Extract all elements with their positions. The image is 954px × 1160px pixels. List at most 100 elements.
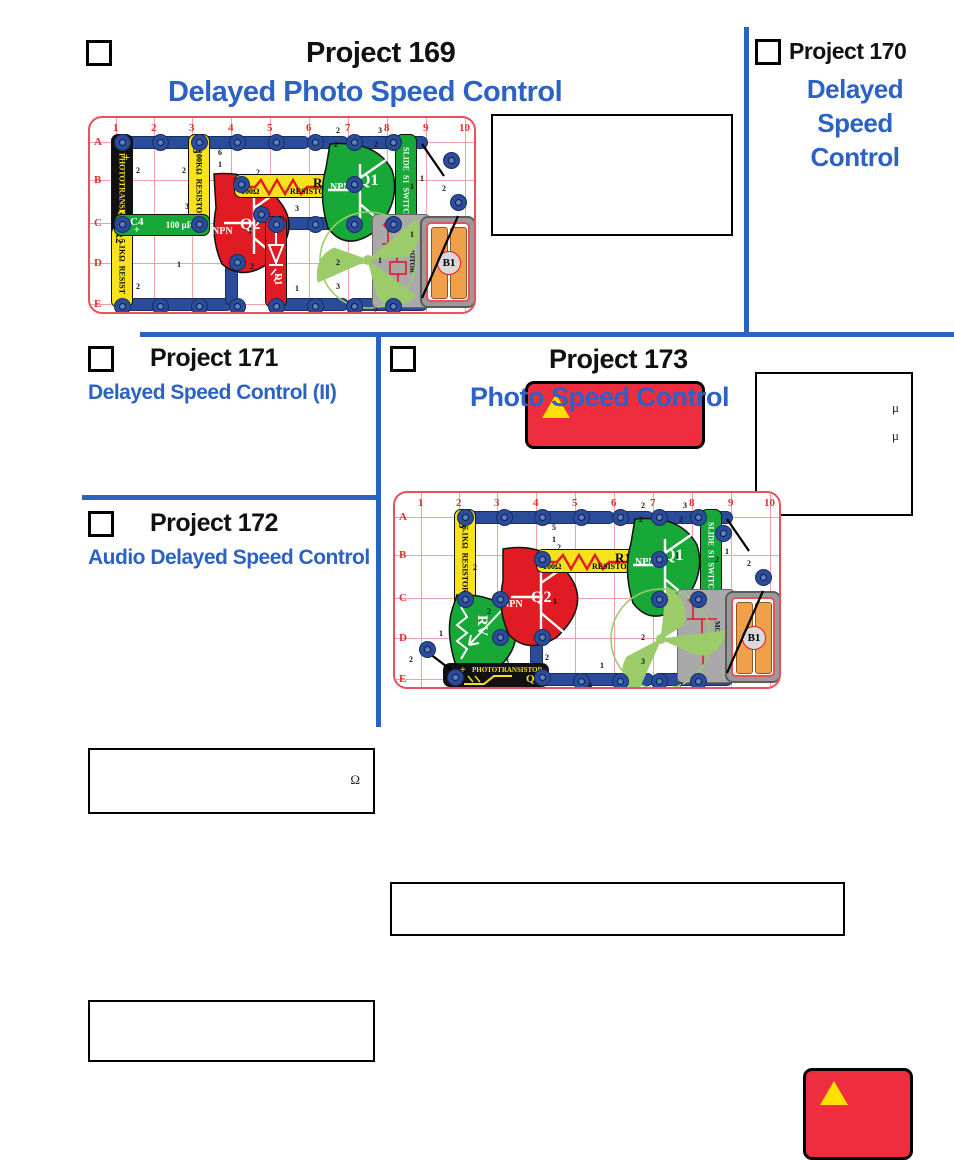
snap-connector[interactable] [612,673,629,687]
project-172-checkbox[interactable] [88,510,114,537]
jumper-wire [420,215,460,299]
snap-connector[interactable] [443,152,460,169]
snap-connector[interactable] [191,216,208,233]
snap-connector[interactable] [114,134,131,151]
divider-horizontal-171-172 [82,495,381,500]
snap-connector[interactable] [651,591,668,608]
snap-connector[interactable] [253,206,270,223]
snap-connector[interactable] [268,134,285,151]
snap-connector[interactable] [457,509,474,526]
snap-connector[interactable] [651,551,668,568]
snap-connector[interactable] [492,591,509,608]
snap-connector[interactable] [307,216,324,233]
snap-connector[interactable] [229,134,246,151]
component-C4-plus: + [134,225,140,236]
project-169-title: Project 169 [306,36,456,69]
project-169-checkbox[interactable] [86,40,112,66]
project-172-title: Project 172 [150,509,278,537]
snap-connector[interactable] [268,298,285,312]
snap-connector[interactable] [755,569,772,586]
snap-level-number: 2 [679,515,683,524]
snap-connector[interactable] [612,509,629,526]
board-col-label: 6 [306,122,312,134]
snap-connector[interactable] [534,629,551,646]
board-row-label: B [94,174,102,186]
project-169-notes-box[interactable] [491,114,733,236]
snap-connector[interactable] [385,298,402,312]
snap-level-number: 2 [374,140,378,149]
snap-connector[interactable] [534,669,551,686]
snap-connector[interactable] [346,298,363,312]
board-col-label: 2 [151,122,157,134]
snap-level-number: 2 [557,543,561,552]
component-Q4-plus: + [123,150,130,164]
snap-level-number: 2 [182,166,186,175]
project-171-notes-box[interactable]: Ω [88,748,375,814]
snap-connector[interactable] [346,176,363,193]
snap-connector[interactable] [233,176,250,193]
snap-connector[interactable] [534,509,551,526]
snap-connector[interactable] [307,134,324,151]
project-170-notes-box[interactable]: μ μ [755,372,913,516]
snap-connector[interactable] [534,551,551,568]
snap-connector[interactable] [229,254,246,271]
project-171-checkbox[interactable] [88,345,114,372]
board-col-label: 5 [572,497,578,509]
snap-connector[interactable] [457,591,474,608]
snap-connector[interactable] [447,669,464,686]
snap-connector[interactable] [152,134,169,151]
snap-connector[interactable] [191,134,208,151]
board-col-label: 4 [228,122,234,134]
board-col-label: 2 [456,497,462,509]
snap-connector[interactable] [651,673,668,687]
snap-connector[interactable] [268,216,285,233]
snap-connector[interactable] [492,629,509,646]
project-173-checkbox[interactable] [390,346,416,372]
snap-level-number: 4 [588,681,592,689]
snap-connector[interactable] [114,298,131,312]
board-col-label: 7 [650,497,656,509]
snap-connector[interactable] [152,298,169,312]
snap-connector[interactable] [229,298,246,312]
snap-connector[interactable] [690,673,707,687]
snap-connector[interactable] [690,591,707,608]
snap-level-number: 2 [473,563,477,572]
snap-level-number: 2 [250,262,254,271]
snap-connector[interactable] [450,194,467,211]
snap-connector[interactable] [419,641,436,658]
snap-connector[interactable] [715,525,732,542]
snap-level-number: 1 [725,547,729,556]
project-170-subtitle-line-1: Delayed [806,74,904,104]
project-172-notes-box[interactable] [88,1000,375,1062]
component-Q2-type: NPN [212,226,233,237]
board-col-label: 4 [533,497,539,509]
snap-connector[interactable] [346,134,363,151]
snap-level-number: 2 [136,166,140,175]
project-173-notes-box[interactable] [390,882,845,936]
project-170-checkbox[interactable] [755,38,781,65]
board-col-label: 5 [267,122,273,134]
snap-connector[interactable] [385,216,402,233]
snap-connector[interactable] [346,216,363,233]
board-col-label: 8 [689,497,695,509]
snap-connector[interactable] [191,298,208,312]
project-173-subtitle: Photo Speed Control [470,382,729,412]
snap-level-number: 2 [334,140,338,149]
snap-connector[interactable] [307,298,324,312]
snap-level-number: 1 [553,597,557,606]
snap-connector[interactable] [651,509,668,526]
snap-level-number: 1 [600,661,604,670]
snap-connector[interactable] [573,509,590,526]
project-172-subtitle: Audio Delayed Speed Control [88,546,370,569]
snap-connector[interactable] [385,134,402,151]
project-170-title: Project 170 [789,38,907,64]
snap-level-number: 3 [336,282,340,291]
snap-connector[interactable] [690,509,707,526]
snap-connector[interactable] [496,509,513,526]
project-173-title: Project 173 [549,343,688,374]
board-col-label: 3 [189,122,195,134]
project-171-header: Project 171 [88,344,278,373]
snap-level-number: 1 [295,284,299,293]
snap-level-number: 2 [715,555,719,564]
snap-connector[interactable] [114,216,131,233]
